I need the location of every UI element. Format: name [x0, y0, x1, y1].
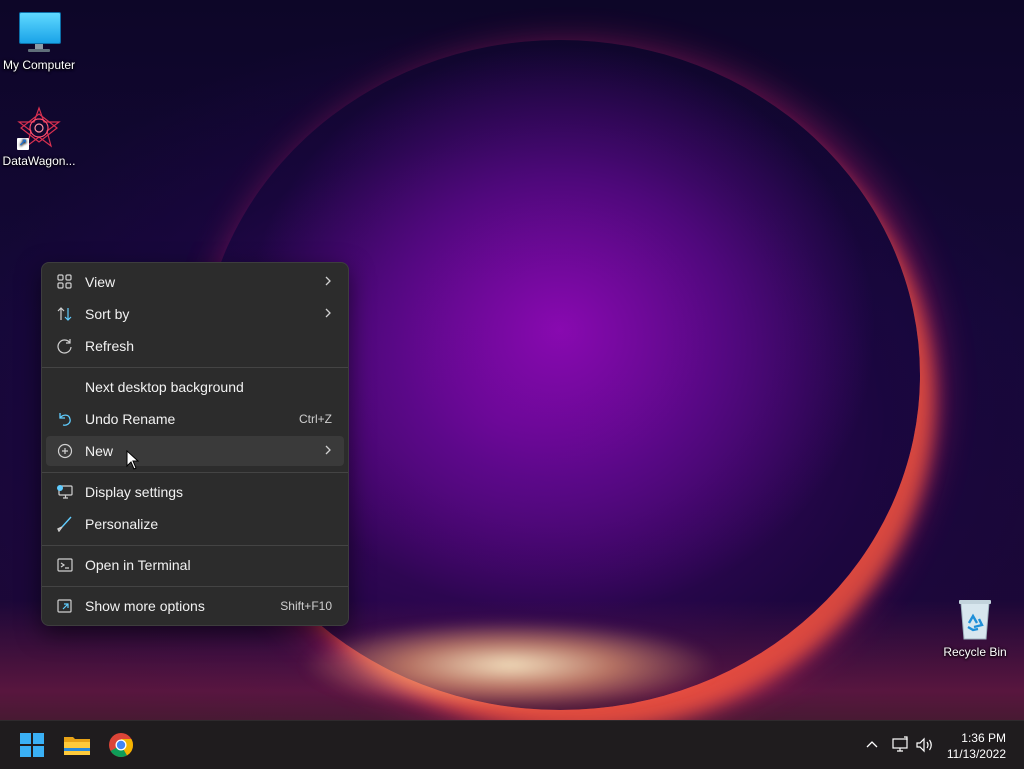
menu-item-label: Refresh — [85, 338, 135, 354]
desktop-icon-label: My Computer — [2, 58, 76, 72]
taskbar: 1:36 PM 11/13/2022 — [0, 720, 1024, 769]
desktop-context-menu: View Sort by Refresh Next desktop backgr… — [41, 262, 349, 626]
more-options-icon — [56, 598, 74, 614]
menu-item-label: Open in Terminal — [85, 557, 191, 573]
desktop-icon-label: Recycle Bin — [943, 645, 1007, 659]
computer-icon — [17, 10, 61, 54]
file-explorer-icon — [64, 737, 90, 755]
menu-item-personalize[interactable]: Personalize — [46, 509, 344, 539]
menu-item-open-in-terminal[interactable]: Open in Terminal — [46, 550, 344, 580]
menu-item-display-settings[interactable]: Display settings — [46, 477, 344, 507]
display-settings-icon — [56, 484, 74, 500]
recycle-bin-icon — [953, 597, 997, 641]
menu-item-label: Sort by — [85, 306, 130, 322]
refresh-icon — [56, 338, 74, 354]
terminal-icon — [56, 557, 74, 573]
menu-item-new[interactable]: New — [46, 436, 344, 466]
menu-item-label: Display settings — [85, 484, 184, 500]
file-explorer-button[interactable] — [59, 727, 95, 763]
menu-item-label: Next desktop background — [85, 379, 244, 395]
chevron-right-icon — [322, 273, 334, 289]
chevron-right-icon — [322, 442, 334, 458]
volume-icon[interactable] — [914, 735, 936, 755]
menu-item-sort-by[interactable]: Sort by — [46, 299, 344, 329]
menu-item-shortcut: Shift+F10 — [280, 599, 332, 613]
grid-icon — [56, 274, 74, 290]
menu-item-view[interactable]: View — [46, 267, 344, 297]
menu-separator — [42, 367, 348, 368]
desktop-icon-my-computer[interactable]: My Computer — [0, 10, 79, 72]
chrome-icon — [109, 733, 133, 758]
menu-separator — [42, 472, 348, 473]
menu-item-label: Undo Rename — [85, 411, 176, 427]
menu-item-show-more-options[interactable]: Show more options Shift+F10 — [46, 591, 344, 621]
menu-item-label: Personalize — [85, 516, 159, 532]
sort-icon — [56, 306, 74, 322]
menu-separator — [42, 586, 348, 587]
clock-time: 1:36 PM — [961, 731, 1006, 745]
desktop-icon-recycle-bin[interactable]: Recycle Bin — [935, 597, 1015, 659]
menu-item-shortcut: Ctrl+Z — [299, 412, 332, 426]
tray-chevron-up-icon[interactable] — [862, 735, 882, 755]
menu-item-refresh[interactable]: Refresh — [46, 331, 344, 361]
mouse-cursor-icon — [126, 449, 140, 470]
start-icon — [20, 733, 44, 757]
taskbar-clock[interactable]: 1:36 PM 11/13/2022 — [947, 730, 1006, 762]
menu-separator — [42, 545, 348, 546]
clock-date: 11/13/2022 — [946, 747, 1006, 761]
menu-item-label: View — [85, 274, 116, 290]
brush-icon — [56, 516, 74, 533]
menu-item-undo-rename[interactable]: Undo Rename Ctrl+Z — [46, 404, 344, 434]
menu-item-label: New — [85, 443, 114, 459]
wallpaper-glow-bottom — [300, 620, 720, 710]
menu-item-label: Show more options — [85, 598, 205, 614]
menu-item-next-desktop-background[interactable]: Next desktop background — [46, 372, 344, 402]
chevron-right-icon — [322, 305, 334, 321]
new-plus-icon — [56, 443, 74, 459]
start-button[interactable] — [14, 727, 50, 763]
network-icon[interactable] — [890, 735, 910, 755]
undo-icon — [56, 411, 74, 427]
desktop-icon-datawagon[interactable]: ↗ DataWagon... — [0, 106, 79, 168]
shortcut-arrow-icon: ↗ — [17, 138, 29, 150]
desktop-icon-label: DataWagon... — [2, 154, 76, 168]
chrome-button[interactable] — [103, 727, 139, 763]
datawagon-app-icon: ↗ — [17, 106, 61, 150]
